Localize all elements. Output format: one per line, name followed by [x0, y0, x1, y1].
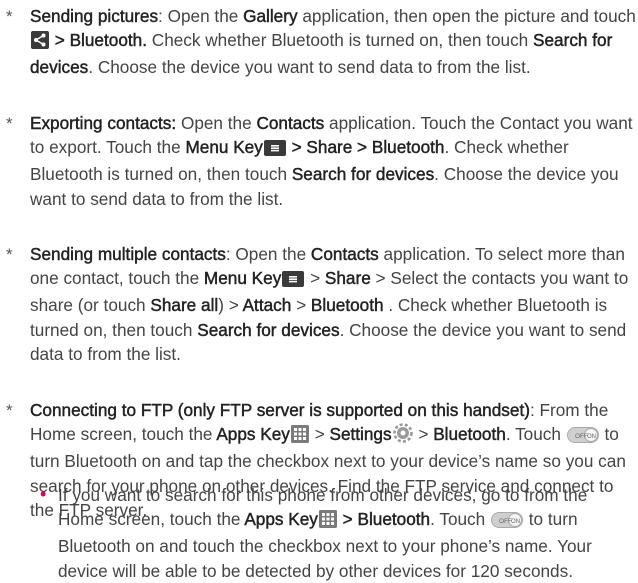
- menu-item-bluetooth: Bluetooth: [310, 295, 384, 316]
- item-text: . Choose the device you want to send dat…: [88, 57, 531, 78]
- settings-label: Settings: [329, 424, 392, 445]
- manual-page: * Sending pictures: Open the Gallery app…: [0, 0, 638, 581]
- subinstruction-search-phone: • If you want to search for this phone f…: [40, 483, 636, 583]
- bluetooth-toggle-icon: OFF ON: [566, 425, 599, 449]
- menu-key-icon: [263, 138, 286, 162]
- item-title: Connecting to FTP (only FTP server is su…: [30, 400, 530, 420]
- item-text: application, then open the picture and t…: [297, 6, 636, 26]
- menu-key-icon: [282, 269, 305, 293]
- item-text: . Touch: [505, 424, 566, 445]
- instruction-exporting-contacts: * Exporting contacts: Open the Contacts …: [6, 111, 636, 211]
- button-search-for-devices: Search for devices: [291, 164, 435, 185]
- menu-key-label: Menu Key: [185, 137, 263, 158]
- item-text: >: [305, 268, 325, 289]
- item-text: >: [309, 424, 330, 445]
- menu-item-attach: Attach: [242, 295, 292, 316]
- bluetooth-label: Bluetooth: [433, 424, 506, 445]
- item-text: : Open the: [225, 244, 311, 264]
- item-text: ) >: [218, 295, 243, 316]
- instruction-sending-pictures: * Sending pictures: Open the Gallery app…: [6, 4, 636, 80]
- share-icon: [31, 31, 49, 55]
- sub-bullet: •: [40, 484, 47, 504]
- item-title: Exporting contacts:: [30, 113, 177, 133]
- instruction-sending-multiple-contacts: * Sending multiple contacts: Open the Co…: [6, 242, 636, 366]
- toggle-on-text: ON: [587, 434, 596, 440]
- item-text: Open the: [176, 113, 257, 133]
- item-title: Sending pictures: [30, 6, 159, 26]
- menu-key-label: Menu Key: [203, 268, 282, 289]
- app-name-contacts: Contacts: [310, 244, 379, 264]
- item-bullet: *: [6, 401, 13, 420]
- apps-key-icon: [318, 510, 337, 534]
- item-text: : Open the: [158, 6, 244, 26]
- item-text: . Touch: [430, 509, 490, 530]
- menu-path: > Bluetooth.: [50, 30, 148, 51]
- apps-key-label: Apps Key: [244, 509, 318, 530]
- settings-gear-icon: [392, 423, 413, 449]
- app-name-contacts: Contacts: [256, 113, 325, 133]
- menu-path: > Bluetooth: [337, 509, 431, 530]
- apps-key-icon: [290, 425, 309, 449]
- apps-key-label: Apps Key: [216, 424, 290, 445]
- menu-item-share: Share: [324, 268, 371, 289]
- item-title: Sending multiple contacts: [30, 244, 226, 264]
- item-text: >: [291, 295, 311, 316]
- item-text: >: [413, 424, 434, 445]
- item-bullet: *: [6, 7, 13, 26]
- item-bullet: *: [6, 245, 13, 264]
- button-search-for-devices: Search for devices: [197, 319, 340, 340]
- item-text: Check whether Bluetooth is turned on, th…: [147, 30, 534, 51]
- bluetooth-toggle-icon: OFF ON: [491, 510, 523, 534]
- app-name-gallery: Gallery: [243, 6, 298, 26]
- toggle-on-text: ON: [511, 519, 520, 525]
- menu-path: > Share > Bluetooth: [286, 137, 445, 158]
- menu-item-share-all: Share all: [150, 295, 219, 316]
- item-bullet: *: [6, 114, 13, 133]
